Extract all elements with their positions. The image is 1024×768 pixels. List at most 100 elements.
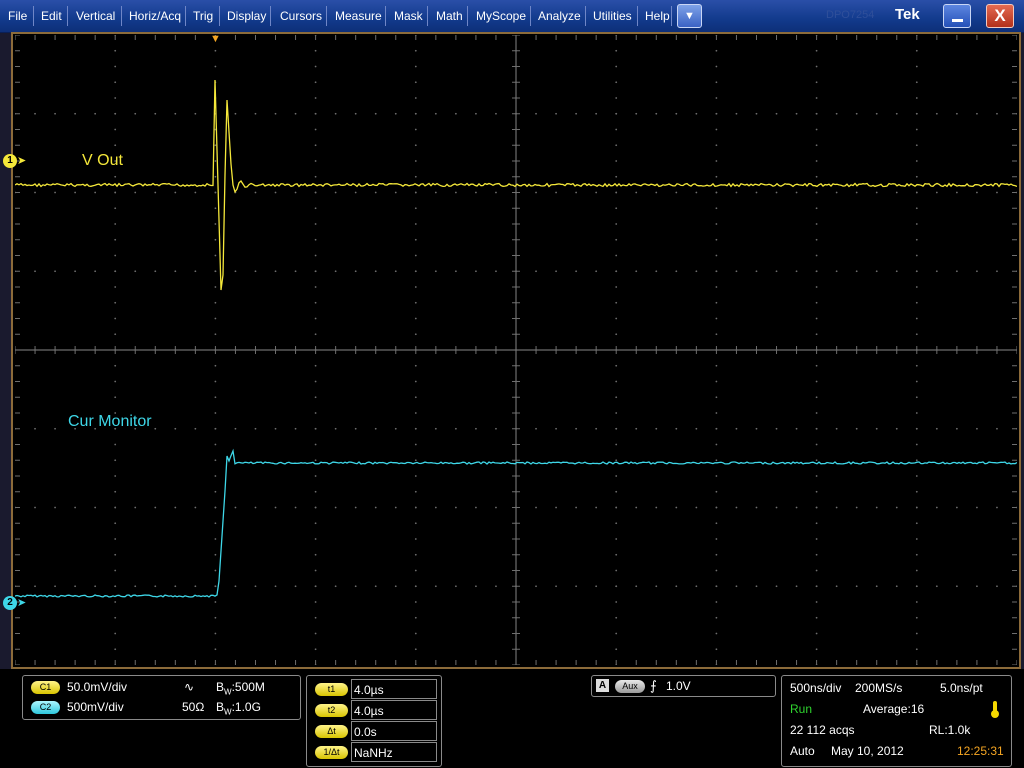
- grid-dot: [314, 223, 317, 225]
- c2-scale[interactable]: 500mV/div: [67, 700, 124, 714]
- grid-dot: [915, 569, 918, 572]
- grid-dot: [635, 112, 638, 115]
- grid-dot: [414, 160, 417, 162]
- run-state[interactable]: Run: [790, 702, 812, 716]
- menu-mask[interactable]: Mask: [394, 0, 423, 32]
- grid-dot: [735, 191, 738, 194]
- grid-dot: [815, 616, 818, 619]
- grid-dot: [855, 349, 858, 351]
- grid-dot: [434, 349, 437, 351]
- grid-dot: [114, 35, 117, 36]
- channel-readout-panel[interactable]: C1 50.0mV/div ∿ BW:500M C2 500mV/div 50Ω…: [22, 675, 301, 720]
- grid-dot: [374, 585, 377, 588]
- grid-dot: [454, 427, 457, 430]
- grid-dot: [314, 238, 317, 241]
- grid-dot: [715, 380, 718, 383]
- ch2-ground-marker[interactable]: 2: [3, 596, 17, 610]
- grid-dot: [715, 286, 718, 288]
- menu-measure[interactable]: Measure: [335, 0, 382, 32]
- close-button[interactable]: X: [986, 4, 1014, 28]
- grid-dot: [214, 569, 217, 572]
- grid-dot: [815, 459, 818, 462]
- menu-vertical[interactable]: Vertical: [76, 0, 115, 32]
- grid-dot: [515, 238, 517, 241]
- menu-utilities[interactable]: Utilities: [593, 0, 632, 32]
- menu-file[interactable]: File: [8, 0, 27, 32]
- grid-dot: [15, 506, 16, 509]
- menu-cursors[interactable]: Cursors: [280, 0, 322, 32]
- grid-dot: [535, 427, 537, 430]
- grid-dot: [755, 427, 758, 430]
- timebase[interactable]: 500ns/div: [790, 681, 841, 695]
- grid-dot: [434, 270, 437, 273]
- grid-dot: [755, 191, 758, 194]
- cursor-delta-badge[interactable]: Δt: [315, 725, 348, 738]
- menu-help[interactable]: Help: [645, 0, 670, 32]
- menu-display[interactable]: Display: [227, 0, 266, 32]
- trigger-mode[interactable]: Auto: [790, 744, 815, 758]
- grid-dot: [114, 490, 117, 493]
- menu-trig[interactable]: Trig: [193, 0, 213, 32]
- grid-dot: [715, 443, 718, 446]
- menu-edit[interactable]: Edit: [41, 0, 62, 32]
- grid-dot: [835, 349, 838, 351]
- grid-dot: [595, 270, 598, 273]
- menu-analyze[interactable]: Analyze: [538, 0, 581, 32]
- minimize-icon: [952, 19, 963, 22]
- grid-dot: [314, 585, 317, 588]
- menu-math[interactable]: Math: [436, 0, 463, 32]
- record-length[interactable]: RL:1.0k: [929, 723, 970, 737]
- grid-dot: [615, 569, 618, 572]
- menu-myscope[interactable]: MyScope: [476, 0, 526, 32]
- grid-dot: [895, 112, 898, 115]
- cursor-t1-badge[interactable]: t1: [315, 683, 348, 696]
- menu-separator: [585, 6, 586, 26]
- cursor-freq-badge[interactable]: 1/Δt: [315, 746, 348, 759]
- grid-dot: [915, 207, 918, 210]
- grid-dot: [114, 270, 117, 273]
- c2-badge[interactable]: C2: [31, 701, 60, 714]
- trigger-source[interactable]: Aux: [615, 680, 645, 693]
- trigger-position-marker[interactable]: ▼: [210, 33, 221, 45]
- grid-dot: [515, 97, 517, 99]
- grid-dot: [414, 490, 417, 493]
- grid-dot: [976, 112, 978, 115]
- grid-dot: [94, 112, 97, 115]
- trigger-readout-panel[interactable]: A Aux ⨍ 1.0V: [591, 675, 776, 697]
- grid-dot: [915, 648, 918, 651]
- menu-dropdown-button[interactable]: ▼: [677, 4, 702, 28]
- grid-dot: [715, 238, 718, 241]
- grid-dot: [414, 144, 417, 147]
- acquisition-mode[interactable]: Average:16: [863, 702, 924, 716]
- grid-dot: [414, 254, 417, 257]
- cursor-t2-badge[interactable]: t2: [315, 704, 348, 717]
- menu-separator: [671, 6, 672, 26]
- grid-dot: [595, 349, 598, 351]
- grid-dot: [214, 144, 217, 147]
- acquisition-panel[interactable]: 500ns/div 200MS/s 5.0ns/pt Run Average:1…: [781, 675, 1012, 767]
- grid-dot: [354, 112, 357, 115]
- grid-dot: [835, 506, 838, 509]
- grid-dot: [695, 270, 698, 273]
- grid-dot: [154, 349, 157, 351]
- grid-dot: [54, 506, 56, 509]
- menu-horiz-acq[interactable]: Horiz/Acq: [129, 0, 181, 32]
- grid-dot: [715, 349, 718, 351]
- grid-dot: [1016, 112, 1017, 115]
- grid-dot: [615, 475, 618, 477]
- grid-dot: [996, 270, 998, 273]
- grid-dot: [815, 270, 818, 273]
- grid-dot: [414, 475, 417, 477]
- grid-dot: [615, 49, 618, 52]
- grid-dot: [815, 538, 818, 540]
- grid-dot: [174, 585, 177, 588]
- cursor-freq-box: NaNHz: [351, 742, 437, 762]
- c1-badge[interactable]: C1: [31, 681, 60, 694]
- trigger-level[interactable]: 1.0V: [666, 679, 691, 693]
- grid-dot: [715, 160, 718, 162]
- ch1-ground-marker[interactable]: 1: [3, 154, 17, 168]
- c1-scale[interactable]: 50.0mV/div: [67, 680, 127, 694]
- grid-dot: [715, 616, 718, 619]
- minimize-button[interactable]: [943, 4, 971, 28]
- grid-dot: [475, 427, 477, 430]
